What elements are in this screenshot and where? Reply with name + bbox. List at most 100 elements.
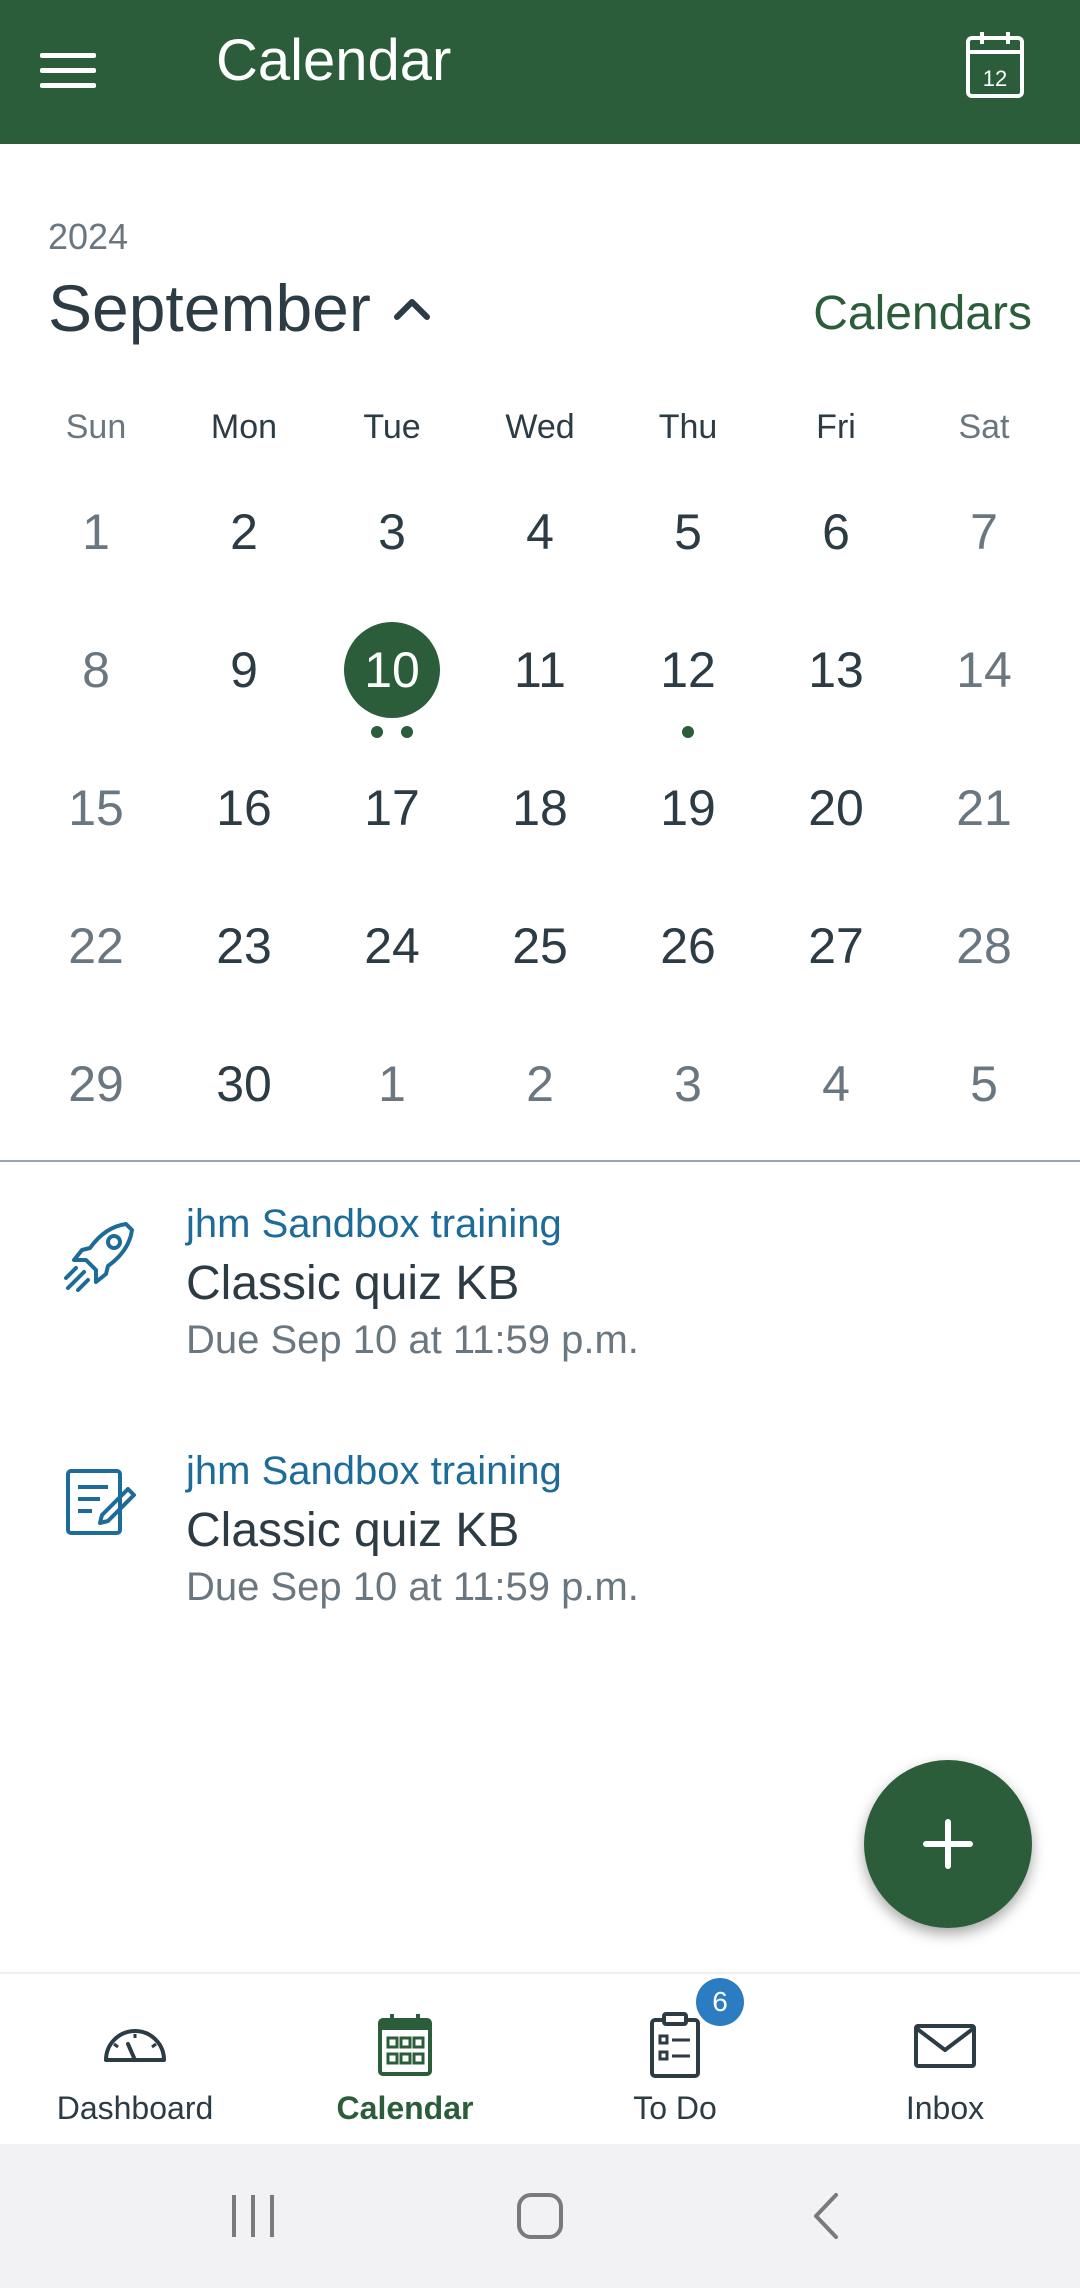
divider (0, 1160, 1080, 1162)
day-cell[interactable]: 25 (466, 884, 614, 1022)
day-cell[interactable]: 29 (22, 1022, 170, 1160)
day-number: 19 (660, 780, 716, 836)
day-number: 12 (660, 642, 716, 698)
weekday-label: Tue (363, 408, 421, 446)
day-cell[interactable]: 12 (614, 608, 762, 746)
day-cell[interactable]: 2 (466, 1022, 614, 1160)
todo-icon (650, 2012, 700, 2078)
event-item[interactable]: jhm Sandbox training Classic quiz KB Due… (0, 1190, 1080, 1390)
day-cell[interactable]: 19 (614, 746, 762, 884)
day-number: 29 (68, 1056, 124, 1112)
add-event-button[interactable] (864, 1760, 1032, 1928)
home-button[interactable] (490, 2176, 590, 2256)
day-number: 15 (68, 780, 124, 836)
day-cell[interactable]: 13 (762, 608, 910, 746)
nav-label: Dashboard (56, 2090, 214, 2126)
event-item[interactable]: jhm Sandbox training Classic quiz KB Due… (0, 1437, 1080, 1637)
day-cell[interactable]: 15 (22, 746, 170, 884)
weekday-label: Thu (658, 408, 718, 446)
day-cell[interactable]: 7 (910, 470, 1058, 608)
day-number: 3 (378, 504, 406, 560)
todo-count-badge: 6 (696, 1978, 744, 2026)
recent-apps-button[interactable] (203, 2176, 303, 2256)
day-number: 1 (82, 504, 110, 560)
rocket-icon (64, 1222, 134, 1292)
day-cell[interactable]: 22 (22, 884, 170, 1022)
nav-inbox[interactable]: Inbox (810, 1974, 1080, 2144)
day-cell[interactable]: 14 (910, 608, 1058, 746)
day-cell[interactable]: 2 (170, 470, 318, 608)
calendar-icon (378, 2014, 432, 2076)
event-course: jhm Sandbox training (186, 1202, 562, 1246)
day-cell[interactable]: 30 (170, 1022, 318, 1160)
day-cell[interactable]: 27 (762, 884, 910, 1022)
day-cell[interactable]: 17 (318, 746, 466, 884)
day-number: 23 (216, 918, 272, 974)
event-due: Due Sep 10 at 11:59 p.m. (186, 1318, 639, 1362)
day-number: 5 (970, 1056, 998, 1112)
day-number: 7 (970, 504, 998, 560)
day-cell[interactable]: 3 (318, 470, 466, 608)
event-indicator-dots (614, 726, 762, 738)
bottom-navigation: Dashboard Calendar To Do 6 Inbox (0, 1972, 1080, 2144)
nav-label: Calendar (336, 2090, 474, 2126)
nav-dashboard[interactable]: Dashboard (0, 1974, 270, 2144)
day-number: 9 (230, 642, 258, 698)
day-number: 30 (216, 1056, 272, 1112)
day-number: 20 (808, 780, 864, 836)
day-cell[interactable]: 6 (762, 470, 910, 608)
back-icon (813, 2193, 838, 2239)
weekday-label: Wed (505, 408, 575, 446)
month-toggle[interactable]: September (48, 268, 433, 348)
day-number: 1 (378, 1056, 406, 1112)
day-cell[interactable]: 28 (910, 884, 1058, 1022)
hamburger-icon (40, 53, 96, 88)
event-dot (371, 726, 383, 738)
inbox-icon (914, 2024, 976, 2068)
day-cell[interactable]: 3 (614, 1022, 762, 1160)
day-cell[interactable]: 4 (466, 470, 614, 608)
day-cell[interactable]: 9 (170, 608, 318, 746)
day-number: 10 (344, 622, 440, 718)
day-cell[interactable]: 5 (910, 1022, 1058, 1160)
day-cell[interactable]: 1 (318, 1022, 466, 1160)
weekday-label: Fri (816, 408, 856, 446)
day-number: 17 (364, 780, 420, 836)
day-number: 4 (822, 1056, 850, 1112)
today-button[interactable]: 12 (960, 28, 1030, 108)
app-bar: Calendar 12 (0, 0, 1080, 144)
nav-todo[interactable]: To Do 6 (540, 1974, 810, 2144)
day-cell[interactable]: 18 (466, 746, 614, 884)
weekday-label: Mon (210, 408, 278, 446)
day-cell[interactable]: 21 (910, 746, 1058, 884)
day-cell[interactable]: 5 (614, 470, 762, 608)
nav-label: Inbox (905, 2090, 985, 2126)
day-number: 6 (822, 504, 850, 560)
event-title: Classic quiz KB (186, 1504, 520, 1557)
day-cell[interactable]: 11 (466, 608, 614, 746)
day-number: 18 (512, 780, 568, 836)
back-button[interactable] (777, 2176, 877, 2256)
day-number: 22 (68, 918, 124, 974)
day-number: 11 (514, 642, 566, 698)
day-cell-selected[interactable]: 10 (318, 608, 466, 746)
nav-calendar[interactable]: Calendar (270, 1974, 540, 2144)
day-cell[interactable]: 26 (614, 884, 762, 1022)
day-number: 16 (216, 780, 272, 836)
day-number: 28 (956, 918, 1012, 974)
month-label: September (48, 271, 371, 345)
svg-text:12: 12 (983, 66, 1007, 91)
day-number: 13 (808, 642, 864, 698)
day-cell[interactable]: 16 (170, 746, 318, 884)
day-cell[interactable]: 20 (762, 746, 910, 884)
hamburger-menu-button[interactable] (40, 36, 130, 106)
day-cell[interactable]: 1 (22, 470, 170, 608)
day-cell[interactable]: 24 (318, 884, 466, 1022)
dashboard-icon (104, 2029, 166, 2062)
day-cell[interactable]: 4 (762, 1022, 910, 1160)
day-cell[interactable]: 23 (170, 884, 318, 1022)
calendars-button[interactable]: Calendars (813, 286, 1032, 341)
day-number: 24 (364, 918, 420, 974)
weekday-label: Sun (65, 408, 127, 446)
day-cell[interactable]: 8 (22, 608, 170, 746)
